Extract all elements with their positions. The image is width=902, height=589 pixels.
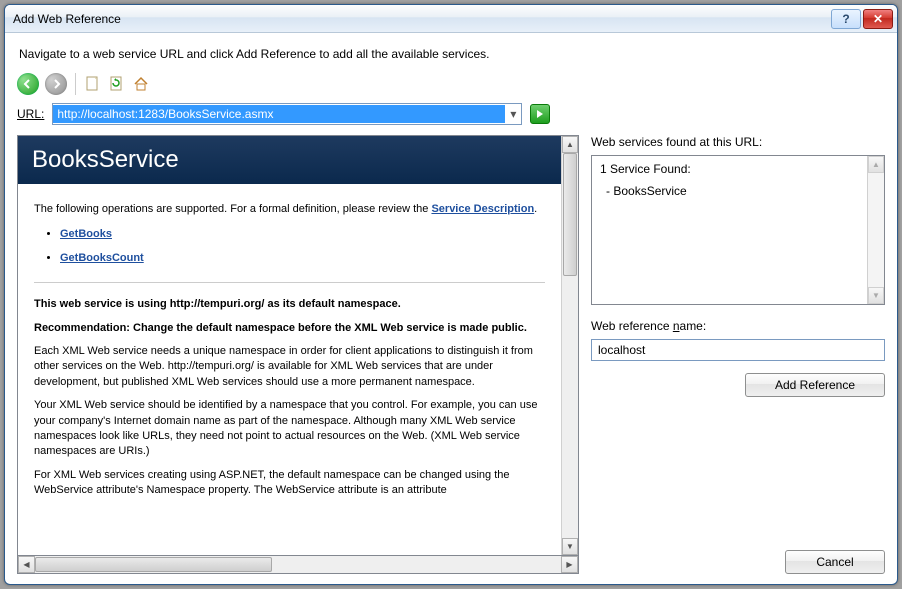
- service-preview[interactable]: BooksService The following operations ar…: [18, 136, 561, 555]
- help-button[interactable]: ?: [831, 9, 861, 29]
- close-button[interactable]: ✕: [863, 9, 893, 29]
- operation-link[interactable]: GetBooks: [60, 228, 112, 240]
- scroll-track[interactable]: [35, 556, 561, 573]
- intro-suffix: .: [534, 203, 537, 215]
- right-pane: Web services found at this URL: 1 Servic…: [591, 135, 885, 574]
- cancel-button[interactable]: Cancel: [785, 550, 885, 574]
- scroll-left-arrow[interactable]: ◀: [18, 556, 35, 573]
- service-body: The following operations are supported. …: [18, 184, 561, 526]
- url-label: URL:: [17, 107, 44, 121]
- window-title: Add Web Reference: [13, 12, 829, 26]
- home-button[interactable]: [132, 75, 150, 93]
- preview-frame: BooksService The following operations ar…: [17, 135, 579, 556]
- service-description-link[interactable]: Service Description: [431, 203, 534, 215]
- left-pane: BooksService The following operations ar…: [17, 135, 579, 574]
- reference-name-label: Web reference name:: [591, 319, 885, 333]
- titlebar: Add Web Reference ? ✕: [5, 5, 897, 33]
- arrow-left-icon: [23, 79, 33, 89]
- add-reference-row: Add Reference: [591, 373, 885, 397]
- scroll-down-arrow[interactable]: ▼: [562, 538, 578, 555]
- dialog-content: Navigate to a web service URL and click …: [5, 33, 897, 584]
- url-input[interactable]: [53, 105, 505, 123]
- services-count: 1 Service Found:: [600, 162, 876, 176]
- operation-item: GetBooksCount: [60, 251, 545, 266]
- main-area: BooksService The following operations ar…: [17, 135, 885, 574]
- nav-forward-button[interactable]: [45, 73, 67, 95]
- nav-back-button[interactable]: [17, 73, 39, 95]
- dialog-window: Add Web Reference ? ✕ Navigate to a web …: [4, 4, 898, 585]
- service-list-item[interactable]: - BooksService: [606, 184, 876, 198]
- footer-row: Cancel: [591, 542, 885, 574]
- service-title: BooksService: [18, 136, 561, 184]
- nav-toolbar: [17, 73, 885, 95]
- namespace-para: Your XML Web service should be identifie…: [34, 398, 545, 460]
- ref-name-label-prefix: Web reference: [591, 319, 673, 333]
- url-row: URL: ▾: [17, 103, 885, 125]
- toolbar-separator: [75, 73, 76, 95]
- page-icon: [85, 76, 101, 92]
- scroll-down-arrow[interactable]: ▼: [868, 287, 884, 304]
- scroll-track[interactable]: [562, 153, 578, 538]
- namespace-para: Each XML Web service needs a unique name…: [34, 344, 545, 390]
- namespace-para: For XML Web services creating using ASP.…: [34, 468, 545, 499]
- add-reference-button[interactable]: Add Reference: [745, 373, 885, 397]
- scroll-thumb[interactable]: [35, 557, 272, 572]
- home-icon: [133, 76, 149, 92]
- services-list[interactable]: 1 Service Found: - BooksService ▲ ▼: [591, 155, 885, 305]
- scroll-thumb[interactable]: [563, 153, 577, 276]
- go-button[interactable]: [530, 104, 550, 124]
- scroll-up-arrow[interactable]: ▲: [868, 156, 884, 173]
- go-arrow-icon: [535, 109, 545, 119]
- divider: [34, 282, 545, 283]
- refresh-button[interactable]: [108, 75, 126, 93]
- scroll-track[interactable]: [868, 173, 884, 287]
- namespace-recommendation: Recommendation: Change the default names…: [34, 321, 545, 336]
- intro-text: The following operations are supported. …: [34, 202, 545, 217]
- operation-link[interactable]: GetBooksCount: [60, 252, 144, 264]
- refresh-icon: [109, 76, 125, 92]
- preview-vscrollbar[interactable]: ▲ ▼: [561, 136, 578, 555]
- scroll-right-arrow[interactable]: ▶: [561, 556, 578, 573]
- url-dropdown-arrow[interactable]: ▾: [505, 107, 521, 121]
- operation-item: GetBooks: [60, 227, 545, 242]
- services-found-label: Web services found at this URL:: [591, 135, 885, 149]
- arrow-right-icon: [51, 79, 61, 89]
- scroll-up-arrow[interactable]: ▲: [562, 136, 578, 153]
- stop-button[interactable]: [84, 75, 102, 93]
- service-name: BooksService: [613, 184, 686, 198]
- ref-name-label-suffix: ame:: [680, 319, 707, 333]
- intro-prefix: The following operations are supported. …: [34, 203, 431, 215]
- reference-name-input[interactable]: [591, 339, 885, 361]
- ref-name-label-accel: n: [673, 319, 680, 333]
- url-combobox[interactable]: ▾: [52, 103, 522, 125]
- services-vscrollbar[interactable]: ▲ ▼: [867, 156, 884, 304]
- operations-list: GetBooks GetBooksCount: [60, 227, 545, 266]
- preview-hscrollbar[interactable]: ◀ ▶: [17, 556, 579, 574]
- instruction-text: Navigate to a web service URL and click …: [19, 47, 883, 61]
- namespace-heading: This web service is using http://tempuri…: [34, 297, 545, 312]
